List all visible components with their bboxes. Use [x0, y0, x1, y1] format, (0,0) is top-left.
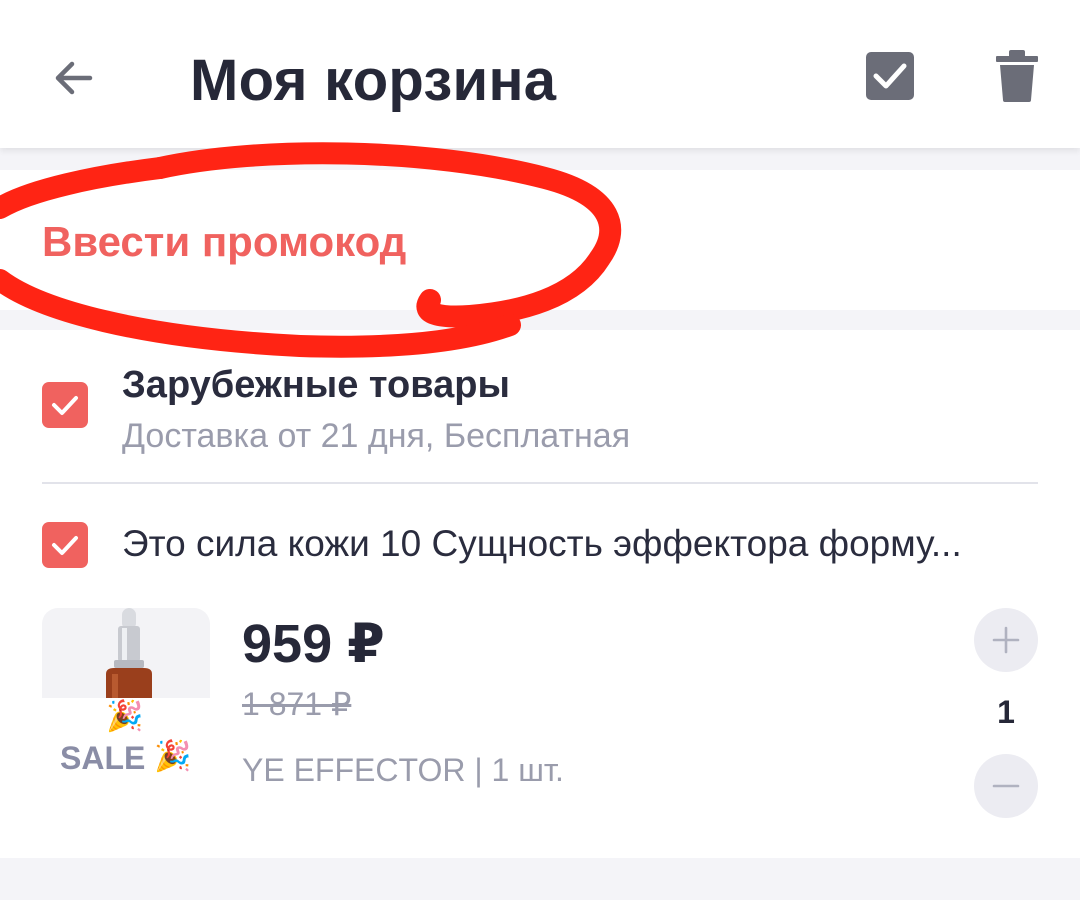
cart-screen: Моя корзина Ввести промокод Зарубежные т…: [0, 0, 1080, 900]
delivery-info: Доставка от 21 дня, Бесплатная: [122, 417, 631, 455]
serum-bottle-image: [106, 608, 152, 698]
checkbox-checked-icon: [866, 52, 914, 100]
old-price: 1 871 ₽: [242, 686, 352, 722]
app-header: Моя корзина: [0, 0, 1080, 148]
checkmark-icon: [52, 536, 78, 555]
delete-button[interactable]: [994, 50, 1040, 102]
group-checkbox[interactable]: [42, 382, 88, 428]
brand-and-quantity: YE EFFECTOR | 1 шт.: [242, 752, 564, 788]
minus-icon: [992, 784, 1020, 788]
item-checkbox[interactable]: [42, 522, 88, 568]
group-title: Зарубежные товары: [122, 364, 510, 406]
party-popper-icon: 🎉: [106, 700, 144, 733]
product-title[interactable]: Это сила кожи 10 Сущность эффектора форм…: [122, 518, 1032, 570]
sale-badge: 🎉 SALE 🎉: [42, 698, 210, 778]
plus-icon: [992, 626, 1020, 654]
quantity-value: 1: [997, 694, 1015, 730]
sale-label: SALE: [60, 740, 146, 776]
promo-code-link[interactable]: Ввести промокод: [42, 216, 406, 268]
decrease-quantity-button[interactable]: [974, 754, 1038, 818]
checkmark-icon: [52, 396, 78, 415]
select-all-button[interactable]: [864, 50, 916, 102]
increase-quantity-button[interactable]: [974, 608, 1038, 672]
back-button[interactable]: [44, 48, 104, 108]
current-price: 959 ₽: [242, 614, 385, 674]
trash-icon: [996, 50, 1038, 102]
page-title: Моя корзина: [190, 48, 557, 113]
divider: [42, 482, 1038, 484]
promo-section: Ввести промокод: [0, 170, 1080, 310]
arrow-left-icon: [55, 61, 93, 95]
cart-section: Зарубежные товары Доставка от 21 дня, Бе…: [0, 330, 1080, 858]
product-image[interactable]: [42, 608, 210, 698]
party-popper-icon: 🎉: [154, 740, 192, 773]
